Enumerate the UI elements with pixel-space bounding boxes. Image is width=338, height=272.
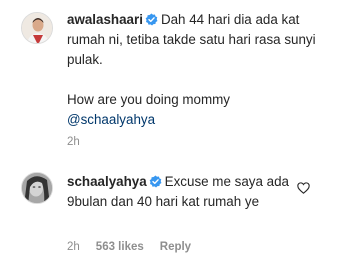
- comment-body-line: How are you doing mommy: [67, 92, 230, 107]
- heart-outline-icon[interactable]: [297, 182, 310, 194]
- avatar-image: [22, 173, 52, 203]
- comment-schaalyahya: schaalyahya Excuse me saya ada 9bulan dan…: [0, 158, 338, 272]
- comment-time[interactable]: 2h: [67, 136, 80, 148]
- avatar[interactable]: [21, 12, 53, 44]
- comment-meta: 2h 563 likes Reply: [67, 241, 191, 253]
- reply-button[interactable]: Reply: [160, 241, 191, 253]
- verified-badge-icon: [149, 175, 162, 188]
- comment-username[interactable]: awalashaari: [67, 12, 143, 27]
- avatar[interactable]: [21, 172, 53, 204]
- comment-meta: 2h: [67, 136, 80, 148]
- mention-link[interactable]: @schaalyahya: [67, 112, 155, 127]
- comment-body-second: How are you doing mommy @schaalyahya: [67, 90, 317, 130]
- comment-time[interactable]: 2h: [67, 241, 80, 253]
- likes-count[interactable]: 563 likes: [96, 241, 144, 253]
- verified-badge-icon: [145, 13, 158, 26]
- comment-username[interactable]: schaalyahya: [67, 174, 147, 189]
- comment-text: schaalyahya Excuse me saya ada 9bulan dan…: [67, 172, 291, 212]
- comment-awalashaari: awalashaari Dah 44 hari dia ada kat rumah…: [0, 0, 338, 148]
- avatar-image: [22, 13, 52, 43]
- comment-text: awalashaari Dah 44 hari dia ada kat rumah…: [67, 10, 317, 130]
